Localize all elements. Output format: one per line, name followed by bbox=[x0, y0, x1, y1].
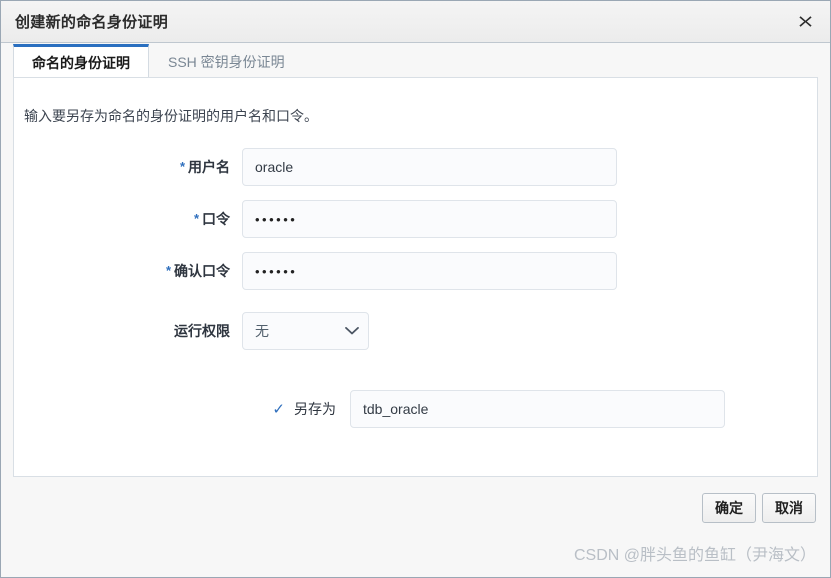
form-row-run-privilege: 运行权限 无 bbox=[14, 312, 817, 350]
tab-ssh-key-credential-label: SSH 密钥身份证明 bbox=[168, 53, 285, 70]
cancel-button[interactable]: 取消 bbox=[762, 493, 816, 523]
save-as-label: 另存为 bbox=[294, 401, 336, 417]
credential-form-panel: 输入要另存为命名的身份证明的用户名和口令。 *用户名 *口令 *确认口令 运行权… bbox=[13, 77, 818, 477]
ok-button[interactable]: 确定 bbox=[702, 493, 756, 523]
save-as-input[interactable] bbox=[350, 390, 725, 428]
dialog-title: 创建新的命名身份证明 bbox=[15, 14, 169, 31]
confirm-password-input[interactable] bbox=[242, 252, 617, 290]
required-asterisk: * bbox=[179, 159, 185, 174]
confirm-password-label-text: 确认口令 bbox=[174, 263, 230, 279]
username-label-text: 用户名 bbox=[188, 159, 230, 175]
form-instruction-text: 输入要另存为命名的身份证明的用户名和口令。 bbox=[24, 108, 318, 124]
form-row-confirm-password: * 确认口令 bbox=[14, 252, 817, 290]
save-as-label-group: ✓ 另存为 bbox=[14, 399, 350, 419]
tab-bar: 命名的身份证明 SSH 密钥身份证明 bbox=[1, 43, 830, 78]
run-privilege-select[interactable]: 无 bbox=[242, 312, 369, 350]
form-row-save-as: ✓ 另存为 bbox=[14, 390, 817, 428]
dialog-footer: 确定 取消 CSDN @胖头鱼的鱼缸（尹海文） bbox=[1, 477, 830, 577]
tab-named-credential[interactable]: 命名的身份证明 bbox=[13, 44, 149, 78]
form-row-password: * 口令 bbox=[14, 200, 817, 238]
dialog-titlebar: 创建新的命名身份证明 bbox=[1, 1, 830, 43]
username-label: * 用户名 bbox=[14, 157, 242, 177]
password-label: * 口令 bbox=[14, 209, 242, 229]
check-icon[interactable]: ✓ bbox=[272, 402, 285, 417]
run-privilege-select-wrapper: 无 bbox=[242, 312, 369, 350]
password-input[interactable] bbox=[242, 200, 617, 238]
close-icon[interactable] bbox=[792, 9, 818, 35]
confirm-password-label: * 确认口令 bbox=[14, 261, 242, 281]
watermark-text: CSDN @胖头鱼的鱼缸（尹海文） bbox=[573, 547, 816, 564]
password-label-text: 口令 bbox=[202, 211, 230, 227]
run-privilege-label: 运行权限 bbox=[174, 323, 230, 339]
form-row-username: * 用户名 bbox=[14, 148, 817, 186]
create-named-credential-dialog: 创建新的命名身份证明 命名的身份证明 SSH 密钥身份证明 输入要另存为命名的身… bbox=[0, 0, 831, 578]
required-asterisk: * bbox=[193, 211, 199, 226]
tab-named-credential-label: 命名的身份证明 bbox=[32, 54, 130, 71]
username-input[interactable] bbox=[242, 148, 617, 186]
tab-ssh-key-credential[interactable]: SSH 密钥身份证明 bbox=[149, 44, 304, 78]
required-asterisk: * bbox=[165, 263, 171, 278]
